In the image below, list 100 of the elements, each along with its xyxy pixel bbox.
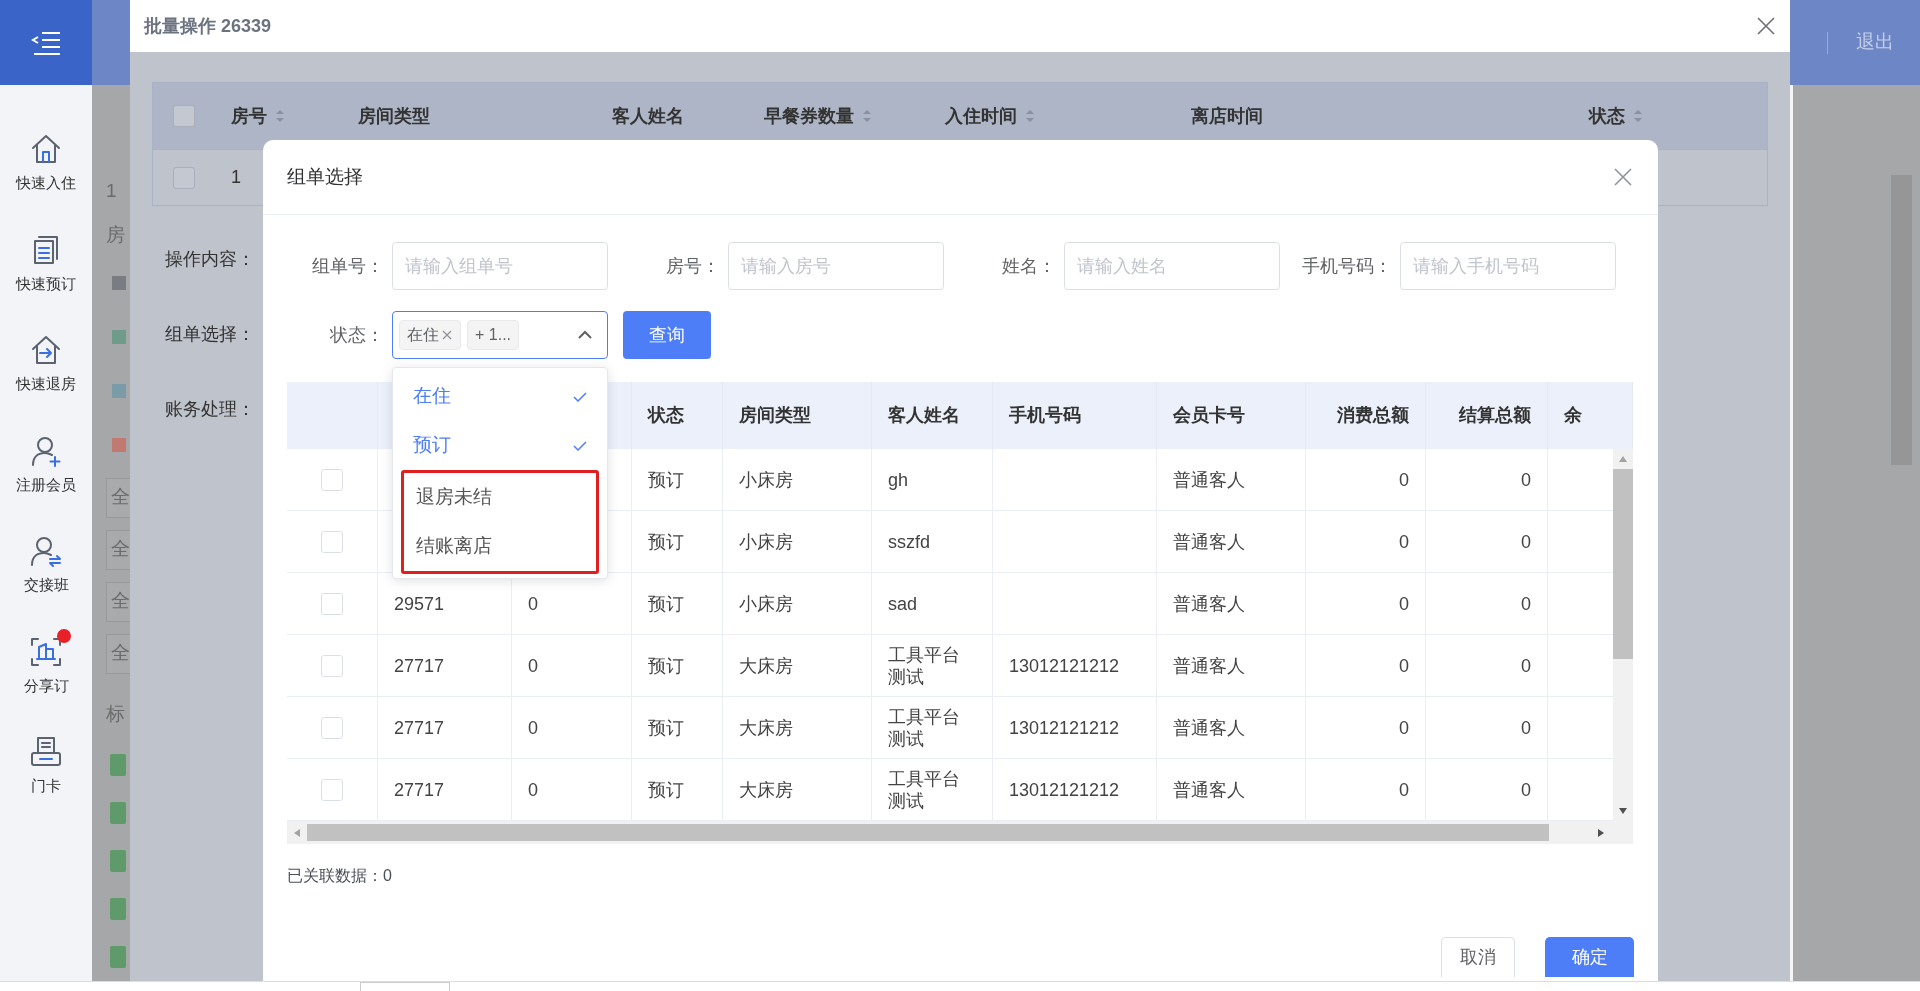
dropdown-option[interactable]: 在住 [401,372,599,421]
table-cell: sszfd [888,530,930,553]
sidebar-item[interactable]: 交接班 [6,526,86,597]
input-field[interactable]: 请输入姓名 [1064,242,1280,290]
close-icon[interactable] [1613,167,1633,187]
status-select[interactable]: 在住 + 1... [392,311,608,359]
input-field[interactable]: 请输入组单号 [392,242,608,290]
table-cell: 小床房 [739,468,793,491]
form-label: 操作内容： [165,248,255,271]
sort-icon[interactable] [275,109,285,123]
table-cell: 0 [1399,778,1409,801]
table-cell: sad [888,592,918,615]
sort-icon[interactable] [1633,109,1643,123]
menu-button[interactable] [0,0,92,85]
table-cell: 29571 [394,592,445,615]
input-field[interactable]: 请输入手机号码 [1400,242,1616,290]
sidebar-item[interactable]: 分享订 [6,626,86,697]
sidebar-item[interactable]: 门卡 [6,727,86,798]
table-cell: 预订 [648,592,684,615]
table-cell: 普通客人 [1173,778,1245,801]
card-reader-icon [29,735,63,769]
check-icon [573,440,587,451]
sort-icon[interactable] [862,109,872,123]
table-cell: 普通客人 [1173,468,1245,491]
column-header: 手机号码 [1008,404,1082,427]
close-icon[interactable] [441,329,453,341]
checkbox[interactable] [173,105,195,127]
table-cell: 0 [528,592,538,615]
column-header: 状态 [646,404,685,427]
column-header[interactable]: 入住时间 [945,102,1017,130]
table-cell: 普通客人 [1173,654,1245,677]
menu-icon [30,29,62,56]
table-cell: 0 [528,716,538,739]
table-cell: 预订 [648,530,684,553]
table-cell: 0 [1521,716,1531,739]
query-button[interactable]: 查询 [623,311,711,359]
column-header[interactable]: 房间类型 [358,102,430,130]
section-label: 标 [106,701,126,726]
sidebar-item[interactable]: 注册会员 [6,425,86,496]
dropdown-option[interactable]: 结账离店 [404,522,596,571]
column-header: 结算总额 [1457,404,1532,427]
linked-count: 已关联数据：0 [287,866,393,886]
cancel-button[interactable]: 取消 [1441,937,1515,977]
table-cell: 小床房 [739,530,793,553]
tag-chip [110,946,126,968]
sidebar-item[interactable]: 快速入住 [6,124,86,195]
color-swatch [112,275,126,290]
field-label: 房号： [665,254,721,278]
scroll-right-icon[interactable] [1597,827,1605,838]
scroll-left-icon[interactable] [293,827,301,838]
table-cell: 0 [1521,468,1531,491]
select-tag[interactable]: + 1... [467,320,520,350]
table-cell: 预订 [648,778,684,801]
horizontal-scrollbar[interactable] [287,821,1633,844]
scroll-up-icon[interactable] [1618,455,1628,463]
column-header: 会员卡号 [1172,404,1246,427]
table-cell: 预订 [648,716,684,739]
sort-icon[interactable] [1025,109,1035,123]
table-cell: 13012121212 [1009,654,1120,677]
user-swap-icon [29,534,63,568]
sidebar-item[interactable]: 快速退房 [6,325,86,396]
vertical-scrollbar[interactable] [1613,449,1633,821]
table-cell: 27717 [394,654,445,677]
table-cell: 0 [1521,778,1531,801]
sidebar-item[interactable]: 快速预订 [6,224,86,295]
table-cell: 预订 [648,654,684,677]
close-icon[interactable] [1756,16,1776,36]
table-cell: 普通客人 [1173,592,1245,615]
table-cell: 0 [528,778,538,801]
dialog-title: 批量操作 26339 [144,14,272,38]
table-cell: 大床房 [739,716,793,739]
column-header[interactable]: 客人姓名 [612,102,684,130]
tag-chip [110,802,126,824]
dropdown-option[interactable]: 预订 [401,421,599,470]
form-label: 组单选择： [165,323,255,346]
column-header: 房间类型 [738,404,812,427]
tag-chip [110,898,126,920]
checkbox[interactable] [173,166,195,189]
check-icon [573,391,587,402]
input-field[interactable]: 请输入房号 [728,242,944,290]
confirm-button[interactable]: 确定 [1545,937,1634,977]
column-header: 消费总额 [1336,404,1410,427]
color-swatch [112,329,126,344]
form-label: 账务处理： [165,398,255,421]
table-cell: 0 [1521,592,1531,615]
table-cell: 0 [1399,592,1409,615]
tag-chip [110,754,126,776]
dropdown-option[interactable]: 退房未结 [404,473,596,522]
house-icon [29,132,63,166]
column-header[interactable]: 房号 [231,102,267,130]
column-header[interactable]: 离店时间 [1191,102,1263,130]
color-swatch [112,437,126,452]
table-cell: 大床房 [739,654,793,677]
column-header[interactable]: 早餐券数量 [764,102,854,130]
select-tag[interactable]: 在住 [399,320,461,350]
tag-chip [110,850,126,872]
table-cell: 大床房 [739,778,793,801]
column-header[interactable]: 状态 [1589,102,1625,130]
scroll-down-icon[interactable] [1618,807,1628,815]
table-cell: 13012121212 [1009,778,1120,801]
